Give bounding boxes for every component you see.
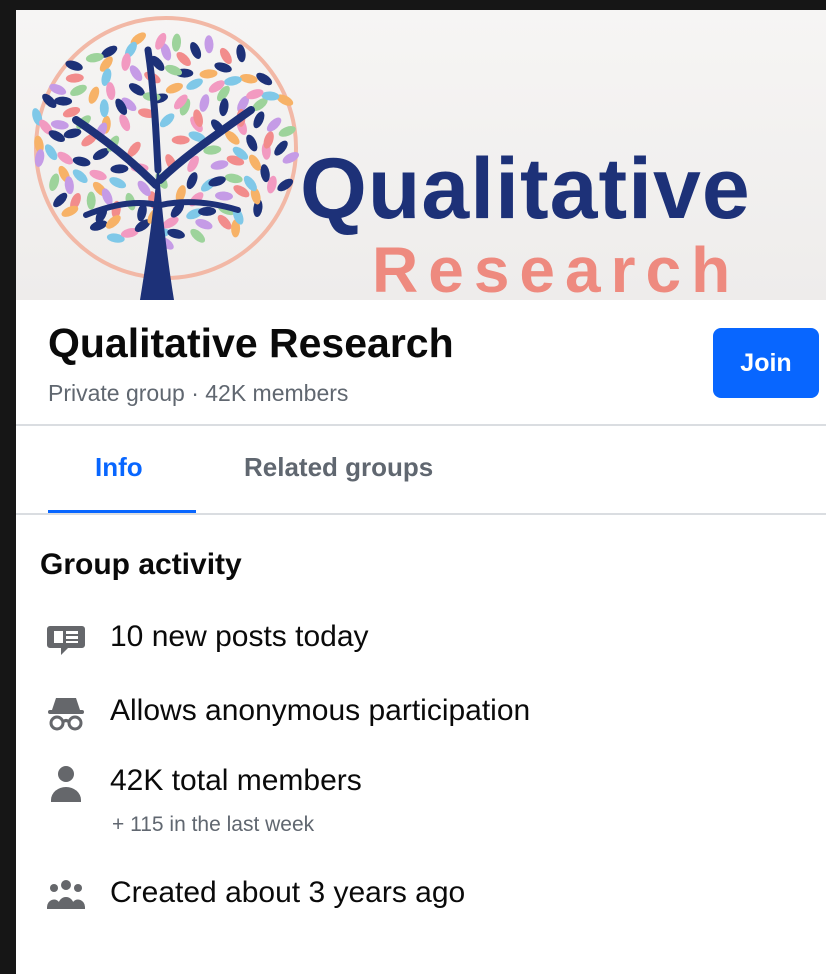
anonymous-icon: [48, 698, 84, 731]
section-title: Group activity: [40, 548, 242, 581]
cover-title: Qualitative: [300, 141, 751, 237]
activity-anonymous: Allows anonymous participation: [110, 694, 531, 727]
divider: [16, 513, 826, 515]
activity-members: 42K total members: [110, 764, 362, 797]
group-about-page: Qualitative Research Qualitative Researc…: [16, 10, 826, 974]
activity-members-growth: + 115 in the last week: [112, 813, 315, 836]
group-icon: [47, 880, 85, 909]
tab-related-groups[interactable]: Related groups: [244, 452, 433, 483]
tree-logo: [32, 16, 300, 300]
cover-subtitle: Research: [372, 234, 741, 300]
divider: [16, 424, 826, 426]
group-meta: Private group · 42K members: [48, 380, 349, 406]
cover-photo: Qualitative Research: [16, 10, 826, 300]
posts-icon: [47, 626, 85, 655]
activity-posts: 10 new posts today: [110, 620, 369, 653]
tab-info[interactable]: Info: [95, 452, 143, 483]
activity-created: Created about 3 years ago: [110, 876, 466, 909]
join-button[interactable]: Join: [713, 328, 819, 398]
person-icon: [51, 766, 81, 802]
group-name: Qualitative Research: [48, 320, 454, 366]
